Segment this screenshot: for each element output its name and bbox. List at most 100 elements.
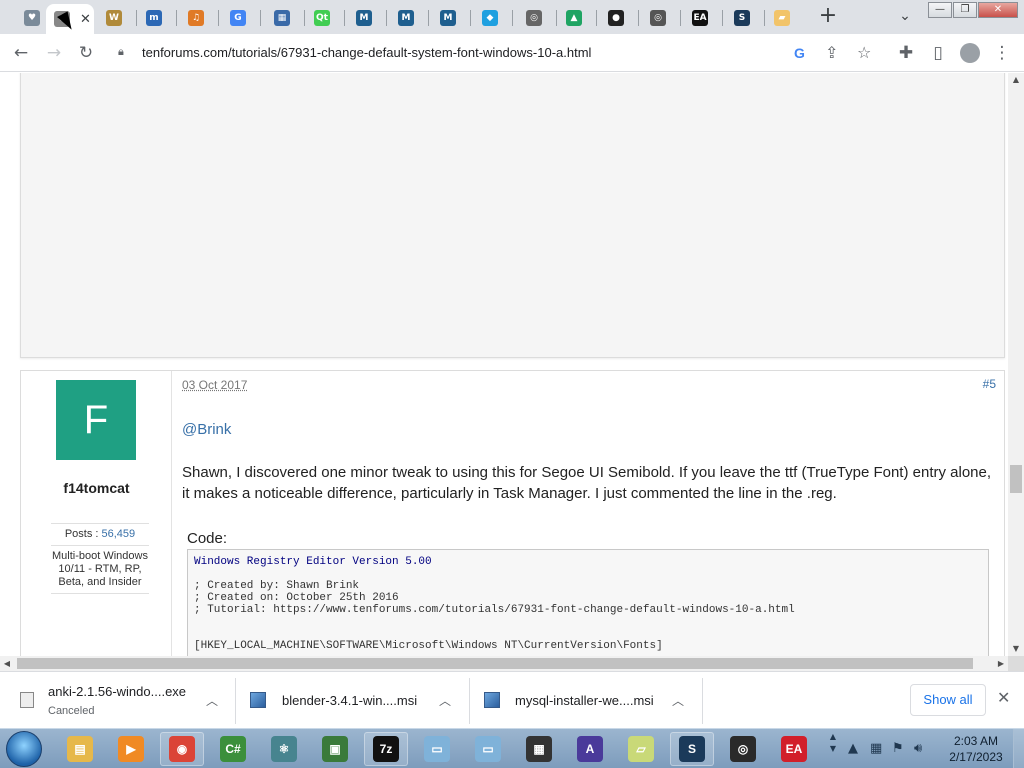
download-filename[interactable]: blender-3.4.1-win....msi: [282, 693, 417, 708]
vertical-scroll-thumb[interactable]: [1010, 465, 1022, 493]
show-hidden-icons-icon[interactable]: ▲: [848, 741, 858, 756]
forward-button[interactable]: →: [42, 41, 66, 65]
taskbar-app-csharp[interactable]: C#: [211, 732, 255, 766]
download-filename[interactable]: anki-2.1.56-windo....exe: [48, 684, 186, 699]
browser-tab[interactable]: ◆: [474, 4, 514, 32]
bookmark-star-icon[interactable]: ☆: [857, 43, 871, 62]
browser-tab[interactable]: ♫: [180, 4, 220, 32]
network-icon[interactable]: ▦: [870, 741, 882, 756]
taskbar-app-sticky[interactable]: ▱: [619, 732, 663, 766]
close-download-shelf-icon[interactable]: ✕: [997, 688, 1010, 707]
tab-separator: [260, 10, 261, 26]
tab-search-button[interactable]: ⌄: [895, 8, 915, 28]
vertical-scrollbar[interactable]: ▲ ▼: [1008, 73, 1024, 656]
taskbar-app-ubisoft[interactable]: ◎: [721, 732, 765, 766]
code-line: ; Tutorial: https://www.tenforums.com/tu…: [194, 604, 795, 616]
arc-icon: A: [577, 736, 603, 762]
username[interactable]: f14tomcat: [21, 480, 172, 496]
share-icon[interactable]: ⇪: [825, 43, 838, 62]
clock[interactable]: 2:03 AM 2/17/2023: [948, 733, 1004, 765]
browser-tab[interactable]: ▰: [766, 4, 806, 32]
browser-tab[interactable]: ▲: [558, 4, 598, 32]
scroll-down-arrow-icon[interactable]: ▼: [1008, 642, 1024, 656]
taskbar-app-explorer[interactable]: ▤: [58, 732, 102, 766]
google-lens-icon[interactable]: G: [794, 45, 805, 61]
steam-icon: S: [679, 736, 705, 762]
volume-icon[interactable]: 🔊︎: [914, 741, 922, 756]
posts-value[interactable]: 56,459: [102, 528, 136, 540]
download-filename[interactable]: mysql-installer-we....msi: [515, 693, 654, 708]
scroll-right-arrow-icon[interactable]: ▶: [994, 656, 1008, 671]
browser-tab[interactable]: M: [348, 4, 388, 32]
browser-toolbar: ← → ↻ 🔒︎ tenforums.com/tutorials/67931-c…: [0, 34, 1024, 72]
download-item[interactable]: blender-3.4.1-win....msi ︿: [236, 678, 470, 724]
taskbar-app-notepad-2[interactable]: ▭: [466, 732, 510, 766]
taskbar-app-chip[interactable]: ▦: [517, 732, 561, 766]
show-desktop-button[interactable]: [1013, 729, 1024, 768]
minimize-button[interactable]: —: [928, 2, 952, 18]
browser-tab[interactable]: W: [98, 4, 138, 32]
scroll-up-arrow-icon[interactable]: ▲: [1008, 73, 1024, 87]
browser-tab[interactable]: M: [432, 4, 472, 32]
browser-tab[interactable]: m: [138, 4, 178, 32]
scrollbar-corner: [1008, 656, 1024, 671]
browser-tab[interactable]: ▦: [266, 4, 306, 32]
show-all-downloads-button[interactable]: Show all: [910, 684, 986, 716]
code-block[interactable]: Windows Registry Editor Version 5.00 ; C…: [187, 549, 989, 656]
csharp-icon: C#: [220, 736, 246, 762]
taskbar-app-7zip[interactable]: 7z: [364, 732, 408, 766]
browser-tab[interactable]: ◎: [518, 4, 558, 32]
taskbar-app-arc[interactable]: A: [568, 732, 612, 766]
browser-tab[interactable]: ●: [600, 4, 640, 32]
browser-tab[interactable]: Qt: [306, 4, 346, 32]
tray-scroll-icon[interactable]: ▲ ▼: [828, 731, 838, 767]
close-window-button[interactable]: ✕: [978, 2, 1018, 18]
flag-icon[interactable]: ⚑: [892, 741, 904, 756]
msi-installer-icon: [484, 692, 500, 708]
browser-tab[interactable]: M: [390, 4, 430, 32]
post-date[interactable]: 03 Oct 2017: [182, 378, 247, 392]
taskbar-app-ea[interactable]: EA: [772, 732, 816, 766]
browser-tab[interactable]: ◎: [642, 4, 682, 32]
chevron-up-icon[interactable]: ︿: [206, 692, 218, 709]
code-line: Windows Registry Editor Version 5.00: [194, 556, 432, 568]
chevron-up-icon[interactable]: ︿: [672, 692, 684, 709]
browser-tab[interactable]: EA: [684, 4, 724, 32]
taskbar-app-notepad-1[interactable]: ▭: [415, 732, 459, 766]
extensions-icon[interactable]: ✚: [894, 41, 918, 65]
restore-button[interactable]: ❐: [953, 2, 977, 18]
download-item[interactable]: mysql-installer-we....msi ︿: [470, 678, 703, 724]
start-button[interactable]: [6, 731, 42, 767]
taskbar-app-monitor[interactable]: ▣: [313, 732, 357, 766]
taskbar-app-chrome[interactable]: ◉: [160, 732, 204, 766]
address-bar[interactable]: 🔒︎ tenforums.com/tutorials/67931-change-…: [108, 38, 888, 68]
reload-button[interactable]: ↻: [74, 41, 98, 65]
horizontal-scroll-thumb[interactable]: [17, 658, 973, 669]
menu-kebab-icon[interactable]: ⋮: [990, 41, 1014, 65]
download-item[interactable]: anki-2.1.56-windo....exe Canceled ︿: [0, 678, 236, 724]
tab-separator: [596, 10, 597, 26]
monitor-icon: ▣: [322, 736, 348, 762]
browser-tab[interactable]: G: [222, 4, 262, 32]
new-tab-button[interactable]: +: [816, 5, 840, 29]
scroll-left-arrow-icon[interactable]: ◀: [0, 656, 14, 671]
url-text[interactable]: tenforums.com/tutorials/67931-change-def…: [142, 45, 591, 60]
taskbar-app-electron[interactable]: ⚛: [262, 732, 306, 766]
tab-separator: [556, 10, 557, 26]
7zip-icon: 7z: [373, 736, 399, 762]
user-avatar[interactable]: F: [56, 380, 136, 460]
taskbar-app-steam[interactable]: S: [670, 732, 714, 766]
back-button[interactable]: ←: [9, 41, 33, 65]
horizontal-scrollbar[interactable]: ◀ ▶: [0, 656, 1008, 671]
notepad-1-icon: ▭: [424, 736, 450, 762]
close-tab-icon[interactable]: ✕: [80, 12, 91, 27]
chevron-up-icon[interactable]: ︿: [439, 692, 451, 709]
side-panel-icon[interactable]: ▯: [926, 41, 950, 65]
mention-link[interactable]: @Brink: [182, 421, 231, 438]
mysql-icon: M: [440, 10, 456, 26]
browser-tab[interactable]: S: [726, 4, 766, 32]
profile-avatar[interactable]: [960, 43, 980, 63]
post-number[interactable]: #5: [983, 377, 996, 391]
taskbar-app-media-player[interactable]: ▶: [109, 732, 153, 766]
posts-label: Posts :: [64, 528, 99, 540]
